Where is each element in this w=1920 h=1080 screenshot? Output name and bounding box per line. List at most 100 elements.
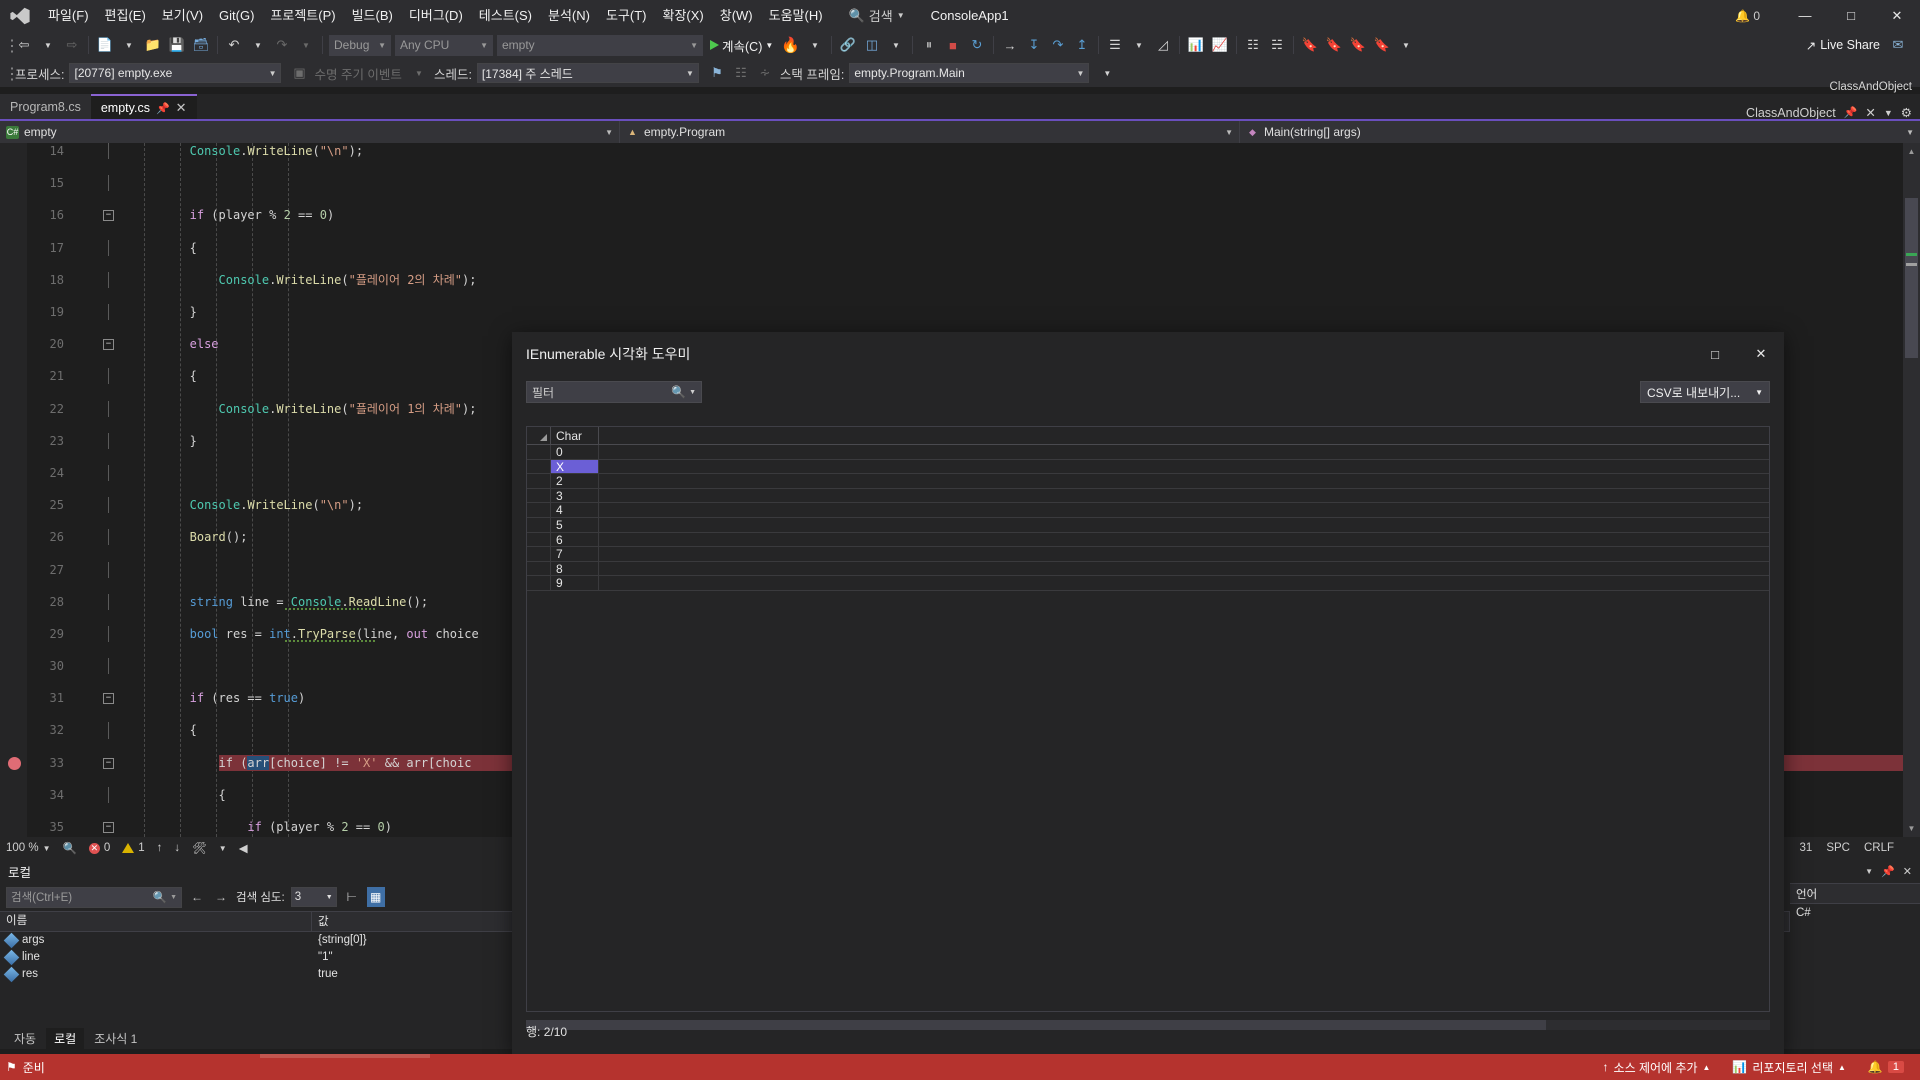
- code-text[interactable]: }: [190, 433, 197, 449]
- process-combo[interactable]: [20776] empty.exe ▼: [69, 63, 282, 83]
- code-line[interactable]: 18 Console.WriteLine("플레이어 2의 차례");: [0, 271, 1920, 288]
- navigate-forward-icon[interactable]: ⇨: [61, 34, 83, 56]
- code-text[interactable]: }: [190, 304, 197, 320]
- code-text[interactable]: {: [190, 722, 197, 738]
- lifecycle-dropdown-icon[interactable]: ▼: [408, 62, 430, 84]
- hot-reload-dropdown-icon[interactable]: ▼: [804, 34, 826, 56]
- code-text[interactable]: {: [219, 787, 226, 803]
- pin-columns-icon[interactable]: ⊢: [343, 887, 361, 907]
- performance-profiler-icon[interactable]: 📈: [1209, 34, 1231, 56]
- code-text[interactable]: Console.WriteLine("\n");: [190, 143, 363, 159]
- arrow-down-icon[interactable]: ↓: [168, 842, 186, 854]
- code-text[interactable]: if (arr[choice] != 'X' && arr[choic: [219, 755, 471, 771]
- code-line[interactable]: 19}: [0, 303, 1920, 321]
- export-csv-button[interactable]: CSV로 내보내기... ▼: [1640, 381, 1770, 403]
- warning-count-chip[interactable]: 1: [116, 842, 150, 854]
- grid-row-header[interactable]: [527, 532, 551, 547]
- comment-icon[interactable]: ☷: [1242, 34, 1264, 56]
- notifications-button[interactable]: 🔔 0: [1735, 9, 1760, 23]
- code-line[interactable]: 14 Console.WriteLine("\n");: [0, 143, 1920, 160]
- dialog-horizontal-scrollbar[interactable]: [526, 1020, 1770, 1030]
- thread-combo[interactable]: [17384] 주 스레드 ▼: [476, 63, 699, 83]
- gear-icon[interactable]: ⚙: [1901, 105, 1912, 120]
- code-text[interactable]: Console.WriteLine("플레이어 2의 차례");: [219, 272, 477, 288]
- grid-cell-char[interactable]: 4: [551, 503, 599, 517]
- toolbar-grip[interactable]: ⋮: [4, 36, 20, 55]
- code-text[interactable]: {: [190, 368, 197, 384]
- debugbar-overflow-icon[interactable]: ▼: [1096, 62, 1118, 84]
- undo-dropdown-icon[interactable]: ▼: [247, 34, 269, 56]
- editor-scrollbar-thumb[interactable]: [1905, 198, 1918, 358]
- live-share-button[interactable]: ↗ Live Share: [1806, 38, 1880, 53]
- search-next-button[interactable]: →: [212, 887, 230, 907]
- code-line[interactable]: 17 {: [0, 239, 1920, 256]
- undo-icon[interactable]: ↶: [223, 34, 245, 56]
- tab-watch1[interactable]: 조사식 1: [86, 1028, 145, 1049]
- code-text[interactable]: if (res == true): [190, 690, 306, 706]
- arrow-left-icon[interactable]: ◀: [233, 841, 254, 855]
- fold-toggle-icon[interactable]: −: [103, 210, 114, 222]
- menu-build[interactable]: 빌드(B): [344, 0, 401, 31]
- grid-row[interactable]: 3: [527, 488, 1769, 504]
- zoom-icon[interactable]: 🔍: [57, 841, 83, 855]
- chevron-down-icon[interactable]: ▼: [1865, 867, 1873, 876]
- dialog-close-button[interactable]: ✕: [1738, 332, 1784, 376]
- menu-view[interactable]: 보기(V): [154, 0, 211, 31]
- code-text[interactable]: if (player % 2 == 0): [190, 207, 335, 223]
- menu-test[interactable]: 테스트(S): [471, 0, 540, 31]
- fold-toggle-icon[interactable]: −: [103, 822, 114, 834]
- redo-icon[interactable]: ↷: [271, 34, 293, 56]
- continue-button[interactable]: 계속(C) ▼: [705, 34, 778, 56]
- tab-class-and-object-label[interactable]: ClassAndObject: [1746, 106, 1836, 120]
- save-all-icon[interactable]: 🗃: [190, 34, 212, 56]
- breadcrumb-member[interactable]: ◆ Main(string[] args) ▼: [1240, 121, 1920, 143]
- maximize-button[interactable]: □: [1828, 0, 1874, 31]
- pin-icon[interactable]: 📌: [1881, 865, 1895, 878]
- bookmark-prev-icon[interactable]: 🔖: [1347, 34, 1369, 56]
- grid-row[interactable]: 7: [527, 547, 1769, 562]
- bookmark-clear-icon[interactable]: 🔖: [1371, 34, 1393, 56]
- grid-cell-char[interactable]: 9: [551, 576, 599, 590]
- close-tab-icon[interactable]: ✕: [176, 100, 187, 116]
- menu-debug[interactable]: 디버그(D): [401, 0, 471, 31]
- breakpoint-icon[interactable]: [8, 756, 21, 770]
- grid-cell-char[interactable]: 8: [551, 561, 599, 576]
- breadcrumb-project[interactable]: C# empty ▼: [0, 121, 620, 143]
- line-view-dropdown-icon[interactable]: ▼: [1128, 34, 1150, 56]
- restart-icon[interactable]: ↻: [966, 34, 988, 56]
- language-column-header[interactable]: 언어: [1790, 883, 1920, 904]
- add-to-source-control-button[interactable]: ↑ 소스 제어에 추가 ▲: [1597, 1054, 1717, 1080]
- global-search[interactable]: 🔍 검색 ▼: [849, 6, 905, 25]
- grid-column-header-char[interactable]: Char: [551, 427, 599, 444]
- menu-window[interactable]: 창(W): [712, 0, 761, 31]
- scroll-up-icon[interactable]: ▲: [1903, 143, 1920, 160]
- close-button[interactable]: ✕: [1874, 0, 1920, 31]
- line-ending-indicator[interactable]: CRLF: [1864, 842, 1894, 854]
- startup-project-combo[interactable]: empty ▼: [497, 34, 703, 56]
- grid-row[interactable]: 0: [527, 445, 1769, 460]
- close-icon[interactable]: ✕: [1865, 105, 1875, 120]
- scroll-down-icon[interactable]: ▼: [1903, 820, 1920, 837]
- ienumerable-visualizer-dialog[interactable]: IEnumerable 시각화 도우미 □ ✕ 필터 🔍 ▼ CSV로 내보내기…: [512, 332, 1784, 1054]
- grid-row-header[interactable]: [527, 474, 551, 488]
- locals-search-input[interactable]: 검색(Ctrl+E) 🔍 ▼: [6, 886, 182, 908]
- redo-dropdown-icon[interactable]: ▼: [295, 34, 317, 56]
- insert-mode-indicator[interactable]: SPC: [1826, 842, 1850, 854]
- step-over-icon[interactable]: ↷: [1047, 34, 1069, 56]
- quick-actions-icon[interactable]: 🛠: [186, 841, 213, 855]
- tab-locals[interactable]: 로컬: [46, 1027, 85, 1049]
- show-grid-icon[interactable]: ▦: [366, 887, 385, 907]
- grid-row-header[interactable]: [527, 445, 551, 459]
- hot-reload-icon[interactable]: 🔥: [779, 34, 802, 56]
- toolbar-overflow-icon[interactable]: ▼: [1395, 34, 1417, 56]
- tab-empty-cs[interactable]: empty.cs 📌 ✕: [90, 94, 197, 120]
- code-line[interactable]: 15: [0, 175, 1920, 192]
- threads-alt-icon[interactable]: ∻: [754, 62, 776, 84]
- new-project-dropdown-icon[interactable]: ▼: [118, 34, 140, 56]
- minimize-button[interactable]: —: [1782, 0, 1828, 31]
- menu-help[interactable]: 도움말(H): [761, 0, 831, 31]
- grid-row-header[interactable]: [527, 503, 551, 517]
- filter-input[interactable]: 필터 🔍 ▼: [526, 381, 702, 403]
- select-repository-button[interactable]: 📊 리포지토리 선택 ▲: [1726, 1054, 1852, 1080]
- new-project-icon[interactable]: 📄: [94, 34, 116, 56]
